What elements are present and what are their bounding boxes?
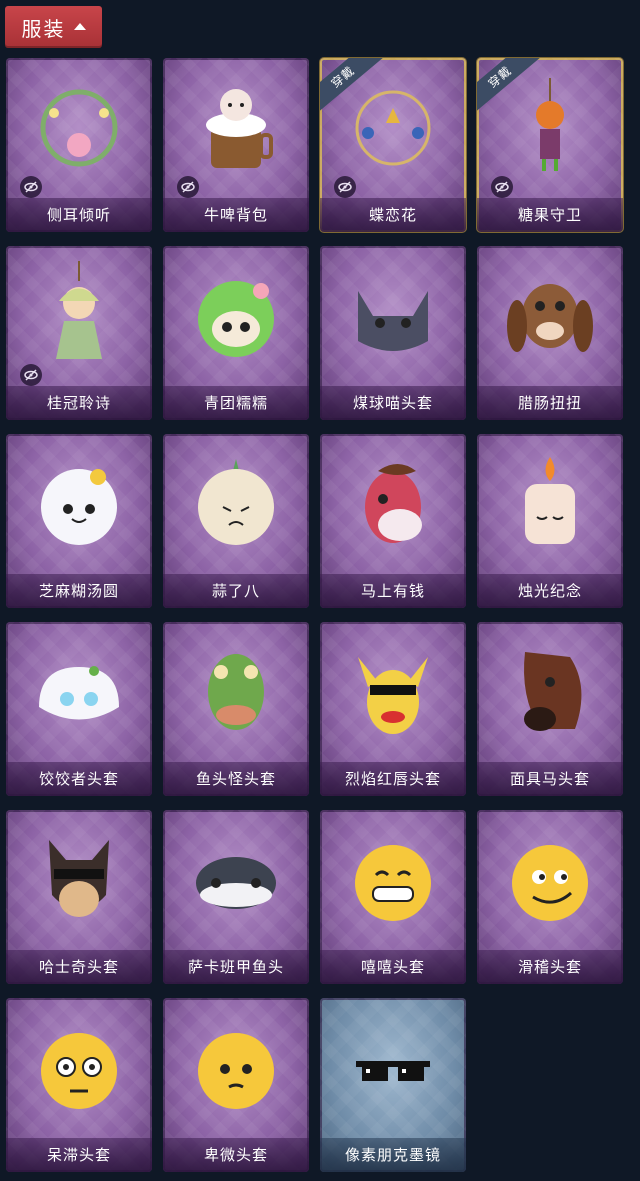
section-title: 服装 [21, 16, 66, 41]
fish-head-icon [163, 634, 309, 749]
outfit-card[interactable]: 鱼头怪头套 [163, 622, 309, 796]
outfit-card-label: 萨卡班甲鱼头 [163, 950, 309, 984]
outfit-card-label: 饺饺者头套 [6, 762, 152, 796]
outfit-card-label: 鱼头怪头套 [163, 762, 309, 796]
outfit-card[interactable]: 蒜了八 [163, 434, 309, 608]
flushed-emoji-head-icon [6, 1010, 152, 1125]
outfit-card-label: 蒜了八 [163, 574, 309, 608]
outfit-card-label: 糖果守卫 [477, 198, 623, 232]
outfit-card[interactable]: 嘻嘻头套 [320, 810, 466, 984]
dumpling-head-icon [6, 634, 152, 749]
outfit-card[interactable]: 烈焰红唇头套 [320, 622, 466, 796]
outfit-card-label: 桂冠聆诗 [6, 386, 152, 420]
outfit-card-label: 芝麻糊汤圆 [6, 574, 152, 608]
outfit-card[interactable]: 卑微头套 [163, 998, 309, 1172]
outfit-card[interactable]: 饺饺者头套 [6, 622, 152, 796]
eye-off-icon[interactable] [177, 176, 199, 198]
outfit-card[interactable]: 腊肠扭扭 [477, 246, 623, 420]
outfit-card-label: 像素朋克墨镜 [320, 1138, 466, 1172]
black-cat-head-icon [320, 258, 466, 373]
outfit-card-label: 蝶恋花 [320, 198, 466, 232]
rice-ball-head-icon [6, 446, 152, 561]
outfit-card-label: 侧耳倾听 [6, 198, 152, 232]
garlic-head-icon [163, 446, 309, 561]
outfit-card[interactable]: 面具马头套 [477, 622, 623, 796]
grin-emoji-head-icon [320, 822, 466, 937]
eye-off-icon[interactable] [20, 176, 42, 198]
eye-off-icon[interactable] [20, 364, 42, 386]
outfit-card-label: 哈士奇头套 [6, 950, 152, 984]
outfit-card[interactable]: 侧耳倾听 [6, 58, 152, 232]
outfit-card-label: 呆滞头套 [6, 1138, 152, 1172]
outfit-card[interactable]: 牛啤背包 [163, 58, 309, 232]
outfit-card-label: 烛光纪念 [477, 574, 623, 608]
green-dumpling-head-icon [163, 258, 309, 373]
outfit-card-label: 烈焰红唇头套 [320, 762, 466, 796]
outfit-card-label: 马上有钱 [320, 574, 466, 608]
horse-mask-icon [477, 634, 623, 749]
outfit-card[interactable]: 青团糯糯 [163, 246, 309, 420]
flower-wreath-icon [6, 70, 152, 185]
outfit-card[interactable]: 萨卡班甲鱼头 [163, 810, 309, 984]
doll-ornament-icon [6, 258, 152, 373]
outfit-grid: 侧耳倾听 牛啤背包 穿戴 蝶恋花 穿戴 糖果守卫桂冠聆诗 青团糯糯 煤球喵头套 腊肠扭扭芝麻糊汤… [6, 58, 623, 1172]
outfit-card[interactable]: 像素朋克墨镜 [320, 998, 466, 1172]
outfit-card-label: 面具马头套 [477, 762, 623, 796]
smirk-emoji-head-icon [477, 822, 623, 937]
outfit-card[interactable]: 呆滞头套 [6, 998, 152, 1172]
outfit-card[interactable]: 芝麻糊汤圆 [6, 434, 152, 608]
pleading-emoji-head-icon [163, 1010, 309, 1125]
outfit-card-label: 嘻嘻头套 [320, 950, 466, 984]
outfit-card-label: 煤球喵头套 [320, 386, 466, 420]
section-toggle-clothing[interactable]: 服装 [5, 6, 102, 48]
eye-off-icon[interactable] [491, 176, 513, 198]
pixel-sunglasses-icon [320, 1010, 466, 1125]
dachshund-head-icon [477, 258, 623, 373]
yellow-mouse-head-icon [320, 634, 466, 749]
outfit-card[interactable]: 滑稽头套 [477, 810, 623, 984]
outfit-card[interactable]: 穿戴 蝶恋花 [320, 58, 466, 232]
outfit-card-label: 牛啤背包 [163, 198, 309, 232]
husky-head-icon [6, 822, 152, 937]
outfit-card-label: 青团糯糯 [163, 386, 309, 420]
cow-mug-backpack-icon [163, 70, 309, 185]
chevron-up-icon [73, 22, 86, 30]
candle-head-icon [477, 446, 623, 561]
outfit-card[interactable]: 马上有钱 [320, 434, 466, 608]
outfit-card[interactable]: 桂冠聆诗 [6, 246, 152, 420]
outfit-card-label: 腊肠扭扭 [477, 386, 623, 420]
eye-off-icon[interactable] [334, 176, 356, 198]
outfit-card[interactable]: 穿戴 糖果守卫 [477, 58, 623, 232]
sacabambaspis-head-icon [163, 822, 309, 937]
outfit-card-label: 卑微头套 [163, 1138, 309, 1172]
red-horse-head-icon [320, 446, 466, 561]
outfit-card[interactable]: 烛光纪念 [477, 434, 623, 608]
outfit-card-label: 滑稽头套 [477, 950, 623, 984]
outfit-card[interactable]: 煤球喵头套 [320, 246, 466, 420]
outfit-card[interactable]: 哈士奇头套 [6, 810, 152, 984]
